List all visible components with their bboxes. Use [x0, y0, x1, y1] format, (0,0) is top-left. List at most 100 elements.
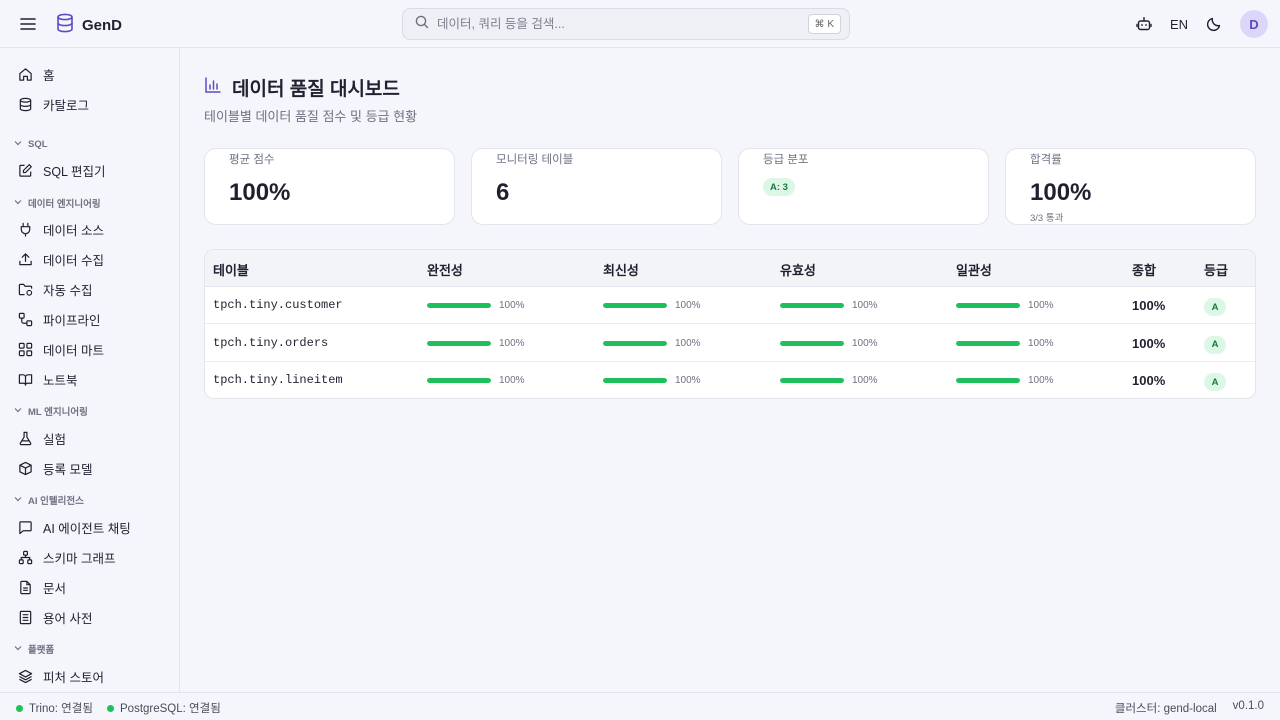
column-header-completeness[interactable]: 완전성	[427, 260, 463, 279]
status-dot	[16, 704, 23, 712]
validity-cell: 100%	[780, 362, 878, 398]
upload-icon	[17, 251, 33, 267]
network-icon	[17, 549, 33, 565]
validity-bar-fill	[780, 303, 844, 308]
column-header-table[interactable]: 테이블	[213, 260, 249, 279]
section-data-engineering[interactable]: 데이터 엔지니어링	[14, 195, 101, 211]
completeness-bar-fill	[427, 303, 491, 308]
sidebar-item-sql-editor[interactable]: SQL 편집기	[8, 156, 172, 184]
section-label: SQL	[28, 138, 48, 150]
validity-bar-fill	[780, 340, 844, 346]
search-bar[interactable]: ⌘ K	[402, 8, 850, 40]
consistency-bar	[956, 340, 1020, 346]
section-sql[interactable]: SQL	[14, 136, 48, 152]
completeness-value: 100%	[499, 337, 525, 349]
sidebar-item-label: 홈	[43, 68, 55, 83]
section-ai-intelligence[interactable]: AI 인텔리전스	[14, 492, 84, 508]
sidebar-item-catalog[interactable]: 카탈로그	[8, 90, 172, 118]
completeness-bar	[427, 378, 491, 383]
menu-icon[interactable]	[18, 14, 38, 34]
grade-badge: A	[1204, 373, 1226, 391]
sidebar-item-glossary[interactable]: 용어 사전	[8, 603, 172, 631]
card-monitored-tables: 모니터링 테이블 6	[471, 148, 722, 225]
sidebar-item-registered-model[interactable]: 등록 모델	[8, 454, 172, 482]
card-label: 평균 점수	[229, 154, 275, 166]
total-score-cell: 100%	[1132, 298, 1166, 313]
completeness-bar-fill	[427, 340, 491, 346]
sidebar-item-label: AI 에이전트 채팅	[43, 521, 131, 536]
main-content: 데이터 품질 대시보드 테이블별 데이터 품질 점수 및 등급 현황 평균 점수…	[180, 48, 1280, 692]
sidebar-item-label: 카탈로그	[43, 98, 90, 113]
table-name-cell: tpch.tiny.lineitem	[213, 373, 343, 387]
list-icon	[17, 609, 33, 625]
column-header-validity[interactable]: 유효성	[780, 260, 816, 279]
consistency-value: 100%	[1028, 337, 1054, 349]
plug-icon	[17, 221, 33, 237]
column-header-consistency[interactable]: 일관성	[956, 260, 992, 279]
card-value: 100%	[229, 179, 291, 206]
column-header-total[interactable]: 종합	[1132, 260, 1156, 279]
cluster-label: 클러스터: gend-local	[1114, 703, 1217, 715]
bot-icon[interactable]	[1134, 14, 1154, 34]
consistency-bar-fill	[956, 303, 1020, 308]
language-toggle[interactable]: EN	[1170, 17, 1188, 32]
sidebar-item-data-ingest[interactable]: 데이터 수집	[8, 245, 172, 273]
section-label: 플랫폼	[28, 645, 55, 656]
home-icon	[17, 66, 33, 82]
consistency-cell: 100%	[956, 325, 1054, 362]
card-label: 등급 분포	[763, 154, 809, 166]
grade-badge: A	[1204, 335, 1226, 354]
sidebar-item-schema-graph[interactable]: 스키마 그래프	[8, 543, 172, 571]
sidebar-item-pipeline[interactable]: 파이프라인	[8, 305, 172, 333]
table-row[interactable]: tpch.tiny.lineitem 100% 100% 100% 100% 100% A	[205, 362, 1255, 398]
freshness-cell: 100%	[603, 362, 701, 398]
moon-icon[interactable]	[1204, 14, 1224, 34]
user-avatar[interactable]: D	[1240, 10, 1268, 38]
consistency-bar	[956, 303, 1020, 308]
sidebar-item-label: 데이터 수집	[43, 253, 104, 268]
card-pass-rate: 합격률 100% 3/3 통과	[1005, 148, 1256, 225]
search-input[interactable]	[437, 17, 797, 31]
table-row[interactable]: tpch.tiny.orders 100% 100% 100% 100% 100% A	[205, 325, 1255, 362]
bar-chart-icon	[204, 76, 222, 99]
box-icon	[17, 460, 33, 476]
file-text-icon	[17, 579, 33, 595]
freshness-cell: 100%	[603, 287, 701, 324]
chevron-down-icon	[14, 644, 22, 655]
sidebar-item-auto-ingest[interactable]: 자동 수집	[8, 275, 172, 303]
sidebar-item-docs[interactable]: 문서	[8, 573, 172, 601]
validity-value: 100%	[852, 375, 878, 386]
freshness-value: 100%	[675, 300, 701, 311]
table-row[interactable]: tpch.tiny.customer 100% 100% 100% 100% 100% A	[205, 287, 1255, 324]
sidebar-item-label: 데이터 마트	[43, 343, 104, 358]
validity-bar-fill	[780, 378, 844, 383]
top-header: GenD ⌘ K EN D	[0, 0, 1280, 48]
sidebar-item-data-source[interactable]: 데이터 소스	[8, 215, 172, 243]
app-logo[interactable]: GenD	[56, 13, 122, 38]
sidebar-item-label: 문서	[43, 581, 67, 596]
card-label: 합격률	[1030, 154, 1062, 166]
sidebar-item-notebook[interactable]: 노트북	[8, 365, 172, 393]
completeness-cell: 100%	[427, 325, 525, 362]
freshness-value: 100%	[675, 337, 701, 349]
status-text: PostgreSQL: 연결됨	[120, 703, 221, 715]
sidebar-item-feature-store[interactable]: 피처 스토어	[8, 662, 172, 690]
sidebar-item-data-mart[interactable]: 데이터 마트	[8, 335, 172, 363]
validity-bar	[780, 378, 844, 383]
section-label: ML 엔지니어링	[28, 407, 88, 418]
sidebar-item-label: 피처 스토어	[43, 670, 104, 685]
table-name-cell: tpch.tiny.orders	[213, 335, 329, 350]
completeness-bar	[427, 303, 491, 308]
card-subtext: 3/3 통과	[1030, 213, 1064, 224]
validity-bar	[780, 340, 844, 346]
sidebar-item-home[interactable]: 홈	[8, 60, 172, 88]
completeness-cell: 100%	[427, 287, 525, 324]
column-header-freshness[interactable]: 최신성	[603, 260, 639, 279]
sidebar-item-experiment[interactable]: 실험	[8, 424, 172, 452]
section-platform[interactable]: 플랫폼	[14, 641, 54, 657]
chevron-down-icon	[14, 198, 22, 209]
total-score-cell: 100%	[1132, 373, 1166, 388]
column-header-grade[interactable]: 등급	[1204, 260, 1228, 279]
section-ml-engineering[interactable]: ML 엔지니어링	[14, 403, 88, 419]
sidebar-item-ai-agent-chat[interactable]: AI 에이전트 채팅	[8, 513, 172, 541]
